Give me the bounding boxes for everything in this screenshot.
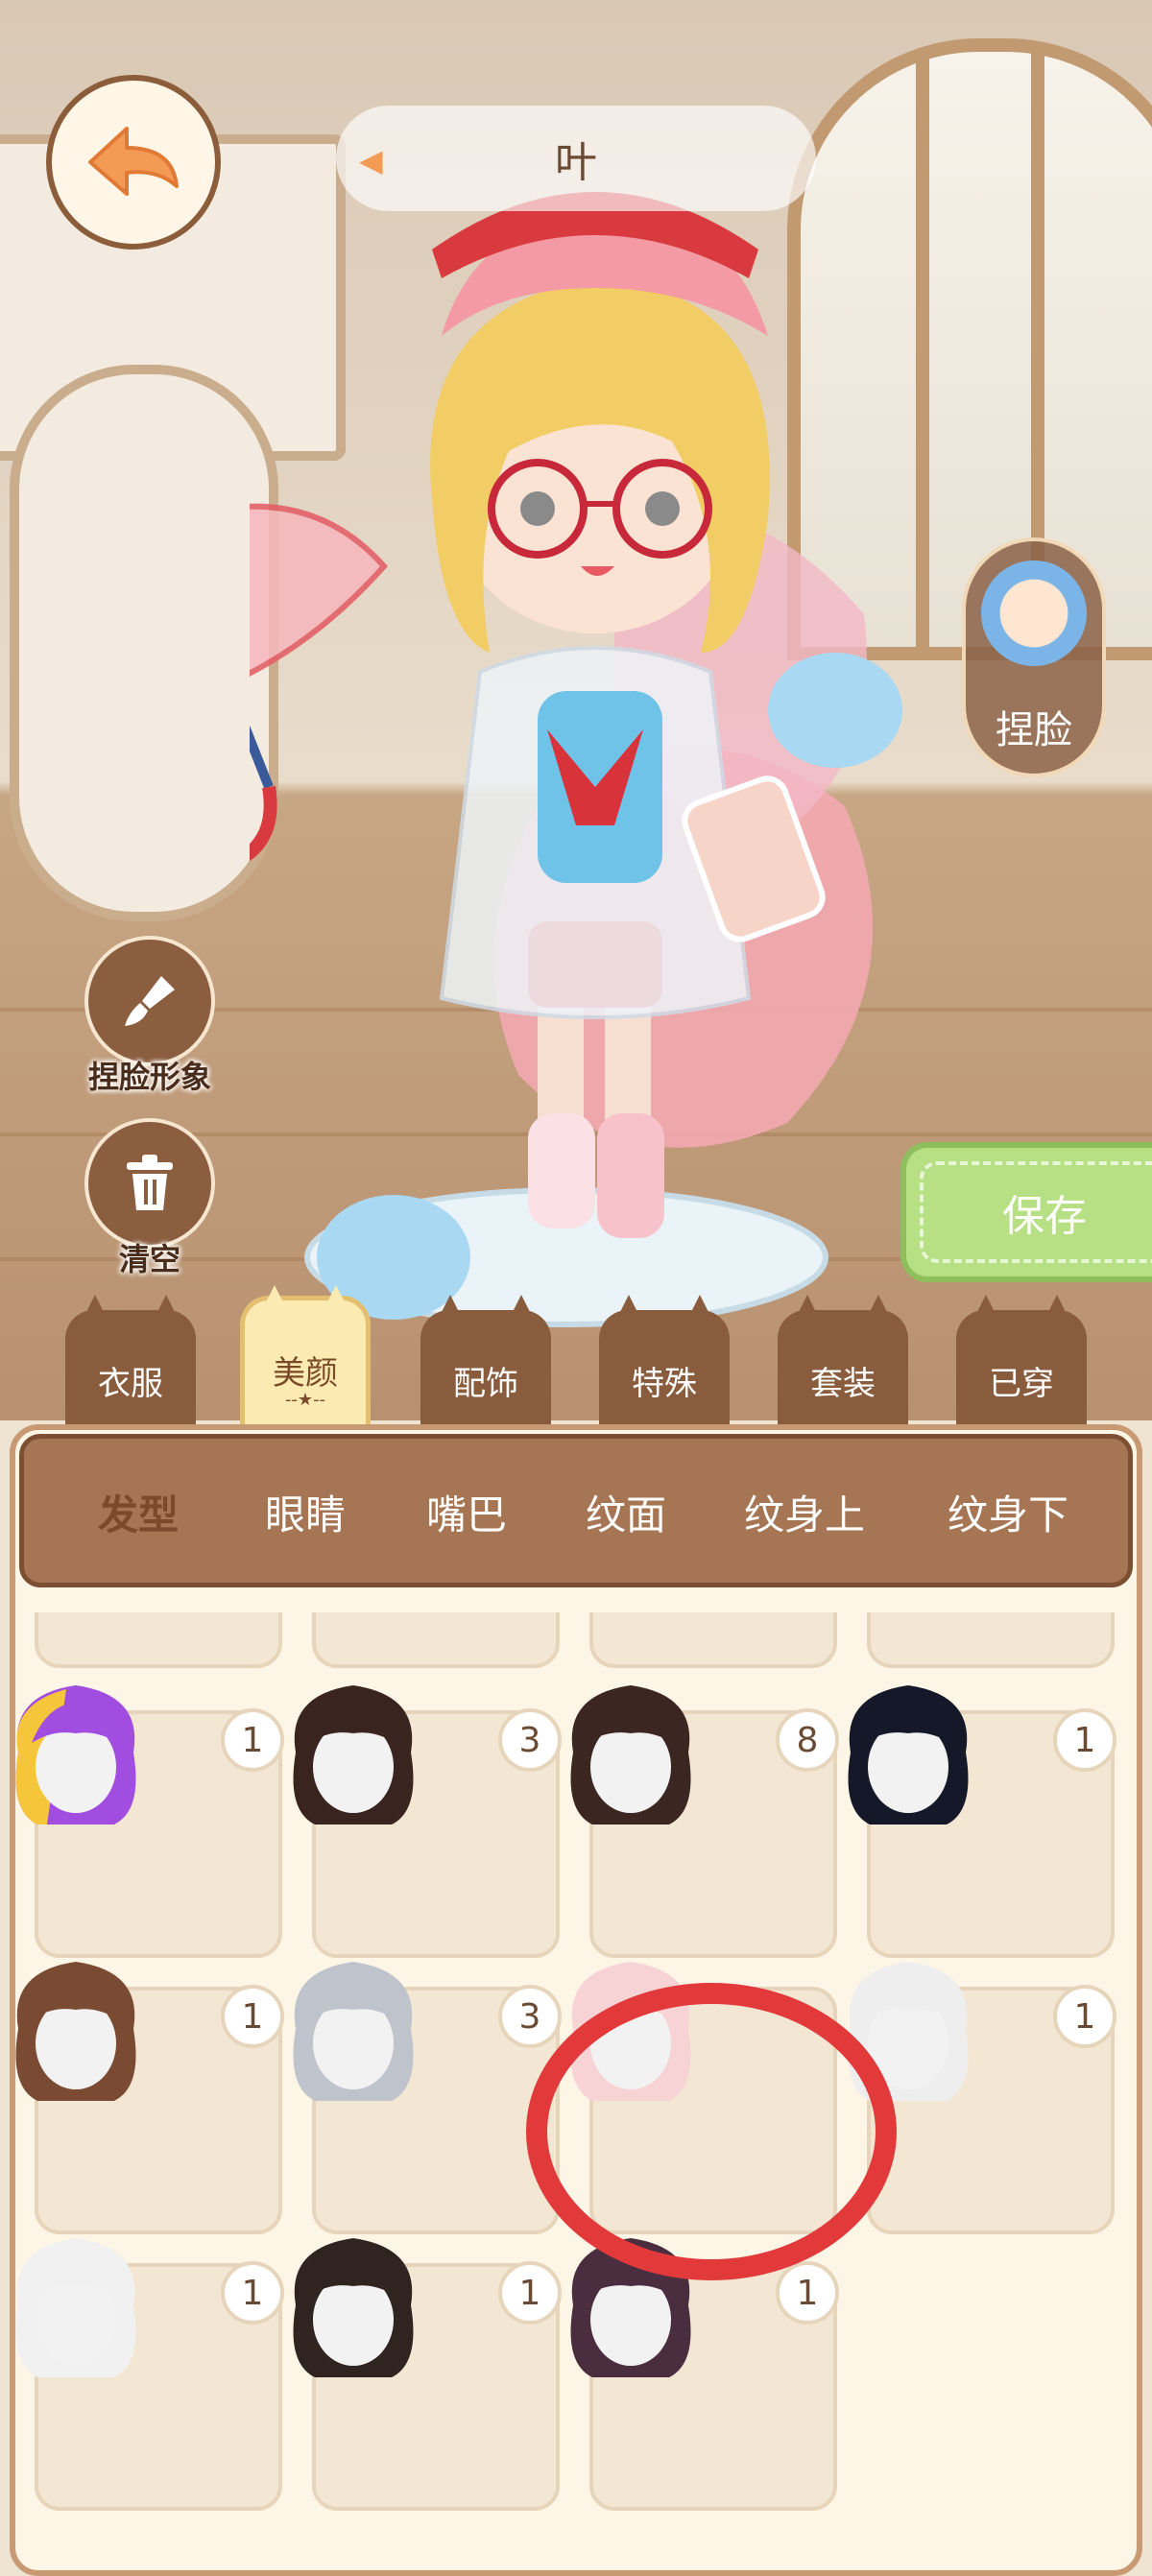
hair-thumbnail-icon	[848, 1685, 969, 1825]
tab-outfits[interactable]: 套装	[778, 1310, 908, 1425]
hair-item-card[interactable]: 1	[15, 1962, 284, 2234]
face-image-label: 捏脸形象	[87, 1059, 211, 1095]
hair-thumbnail-icon	[15, 1685, 136, 1825]
hair-item-card[interactable]: 1	[848, 1962, 1116, 2234]
hair-thumbnail-icon	[293, 2238, 414, 2377]
hair-thumbnail-icon	[293, 1962, 414, 2101]
back-arrow-icon	[88, 127, 179, 196]
hair-thumbnail-icon	[15, 1962, 136, 2101]
hair-item-card[interactable]: 3	[293, 1685, 562, 1958]
hair-item-card[interactable]: 1	[293, 2238, 562, 2511]
character-avatar[interactable]	[250, 115, 922, 1363]
save-button[interactable]: 保存	[900, 1142, 1152, 1282]
hair-card-partial[interactable]	[312, 1612, 560, 1668]
subtab-upper-tattoo[interactable]: 纹身上	[733, 1483, 876, 1540]
wall-mirror	[10, 365, 278, 921]
item-count-badge: 1	[776, 2261, 839, 2325]
face-image-button[interactable]: 捏脸形象	[84, 936, 215, 1097]
subtab-mouth[interactable]: 嘴巴	[417, 1483, 516, 1540]
tab-special[interactable]: 特殊	[599, 1310, 730, 1425]
subtab-lower-tattoo[interactable]: 纹身下	[937, 1483, 1079, 1540]
item-count-badge: 1	[1053, 1708, 1116, 1772]
name-arrow-icon: ◀	[359, 142, 383, 179]
hair-item-card[interactable]: 8	[570, 1685, 839, 1958]
hair-thumbnail-icon	[570, 1685, 691, 1825]
hair-item-card[interactable]: 3	[293, 1962, 562, 2234]
subtab-eyes[interactable]: 眼睛	[255, 1483, 355, 1540]
clear-button[interactable]: 清空	[84, 1118, 215, 1279]
hair-item-card[interactable]: 1	[15, 1685, 284, 1958]
tab-beauty[interactable]: 美颜 --★--	[240, 1296, 371, 1430]
subtab-hairstyle[interactable]: 发型	[60, 1473, 217, 1550]
tab-worn[interactable]: 已穿	[956, 1310, 1087, 1425]
hair-card-partial[interactable]	[35, 1612, 282, 1668]
hair-thumbnail-icon	[293, 1685, 414, 1825]
hair-item-card[interactable]: 1	[570, 2238, 839, 2511]
face-edit-label: 捏脸	[996, 708, 1072, 752]
subtab-face-tattoo[interactable]: 纹面	[576, 1483, 676, 1540]
clear-label: 清空	[118, 1241, 180, 1277]
face-portrait-icon	[981, 561, 1087, 666]
tab-clothes[interactable]: 衣服	[65, 1310, 196, 1425]
hair-item-card[interactable]: 1	[848, 1685, 1116, 1958]
save-label: 保存	[1002, 1192, 1087, 1241]
item-count-badge: 1	[1053, 1985, 1116, 2048]
tab-accessories[interactable]: 配饰	[420, 1310, 551, 1425]
back-button[interactable]	[46, 75, 221, 250]
character-name-pill[interactable]: ◀ 叶	[336, 106, 816, 211]
face-edit-button[interactable]: 捏脸	[962, 537, 1106, 777]
trash-icon	[84, 1118, 215, 1249]
brush-icon	[84, 936, 215, 1066]
hair-thumbnail-icon	[15, 2238, 136, 2377]
hair-item-card[interactable]: 1	[15, 2238, 284, 2511]
hair-card-partial[interactable]	[867, 1612, 1115, 1668]
hair-card-partial[interactable]	[589, 1612, 837, 1668]
character-name: 叶	[555, 138, 597, 187]
highlight-circle	[526, 1983, 897, 2280]
